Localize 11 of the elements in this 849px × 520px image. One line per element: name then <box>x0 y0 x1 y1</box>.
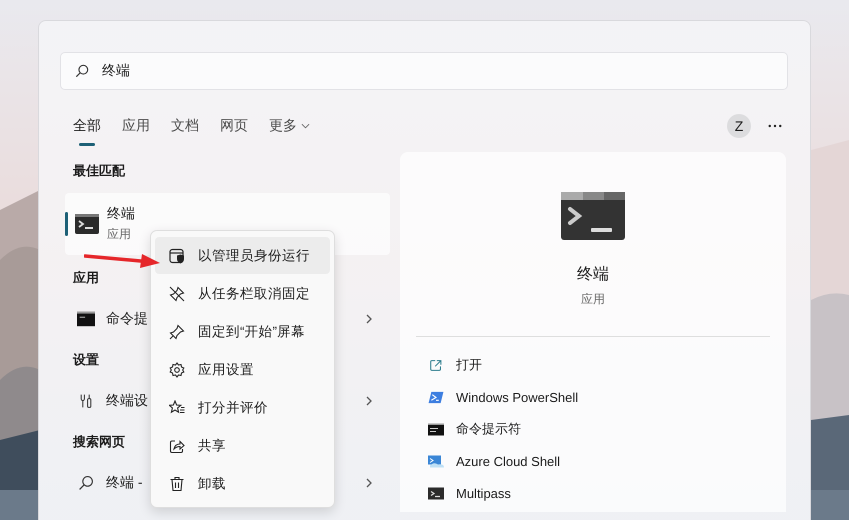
result-title: 命令提 <box>106 310 148 328</box>
section-heading: 最佳匹配 <box>72 162 125 180</box>
result-title: 终端设 <box>106 392 148 410</box>
section-heading: 搜索网页 <box>72 433 125 451</box>
result-type: 应用 <box>107 226 132 243</box>
section-heading: 应用 <box>72 269 99 287</box>
app-title: 终端 <box>577 264 609 285</box>
result-title: 终端 - <box>106 474 143 492</box>
result-title: 终端 <box>107 205 135 223</box>
section-heading: 设置 <box>72 351 99 369</box>
app-type: 应用 <box>581 291 605 308</box>
